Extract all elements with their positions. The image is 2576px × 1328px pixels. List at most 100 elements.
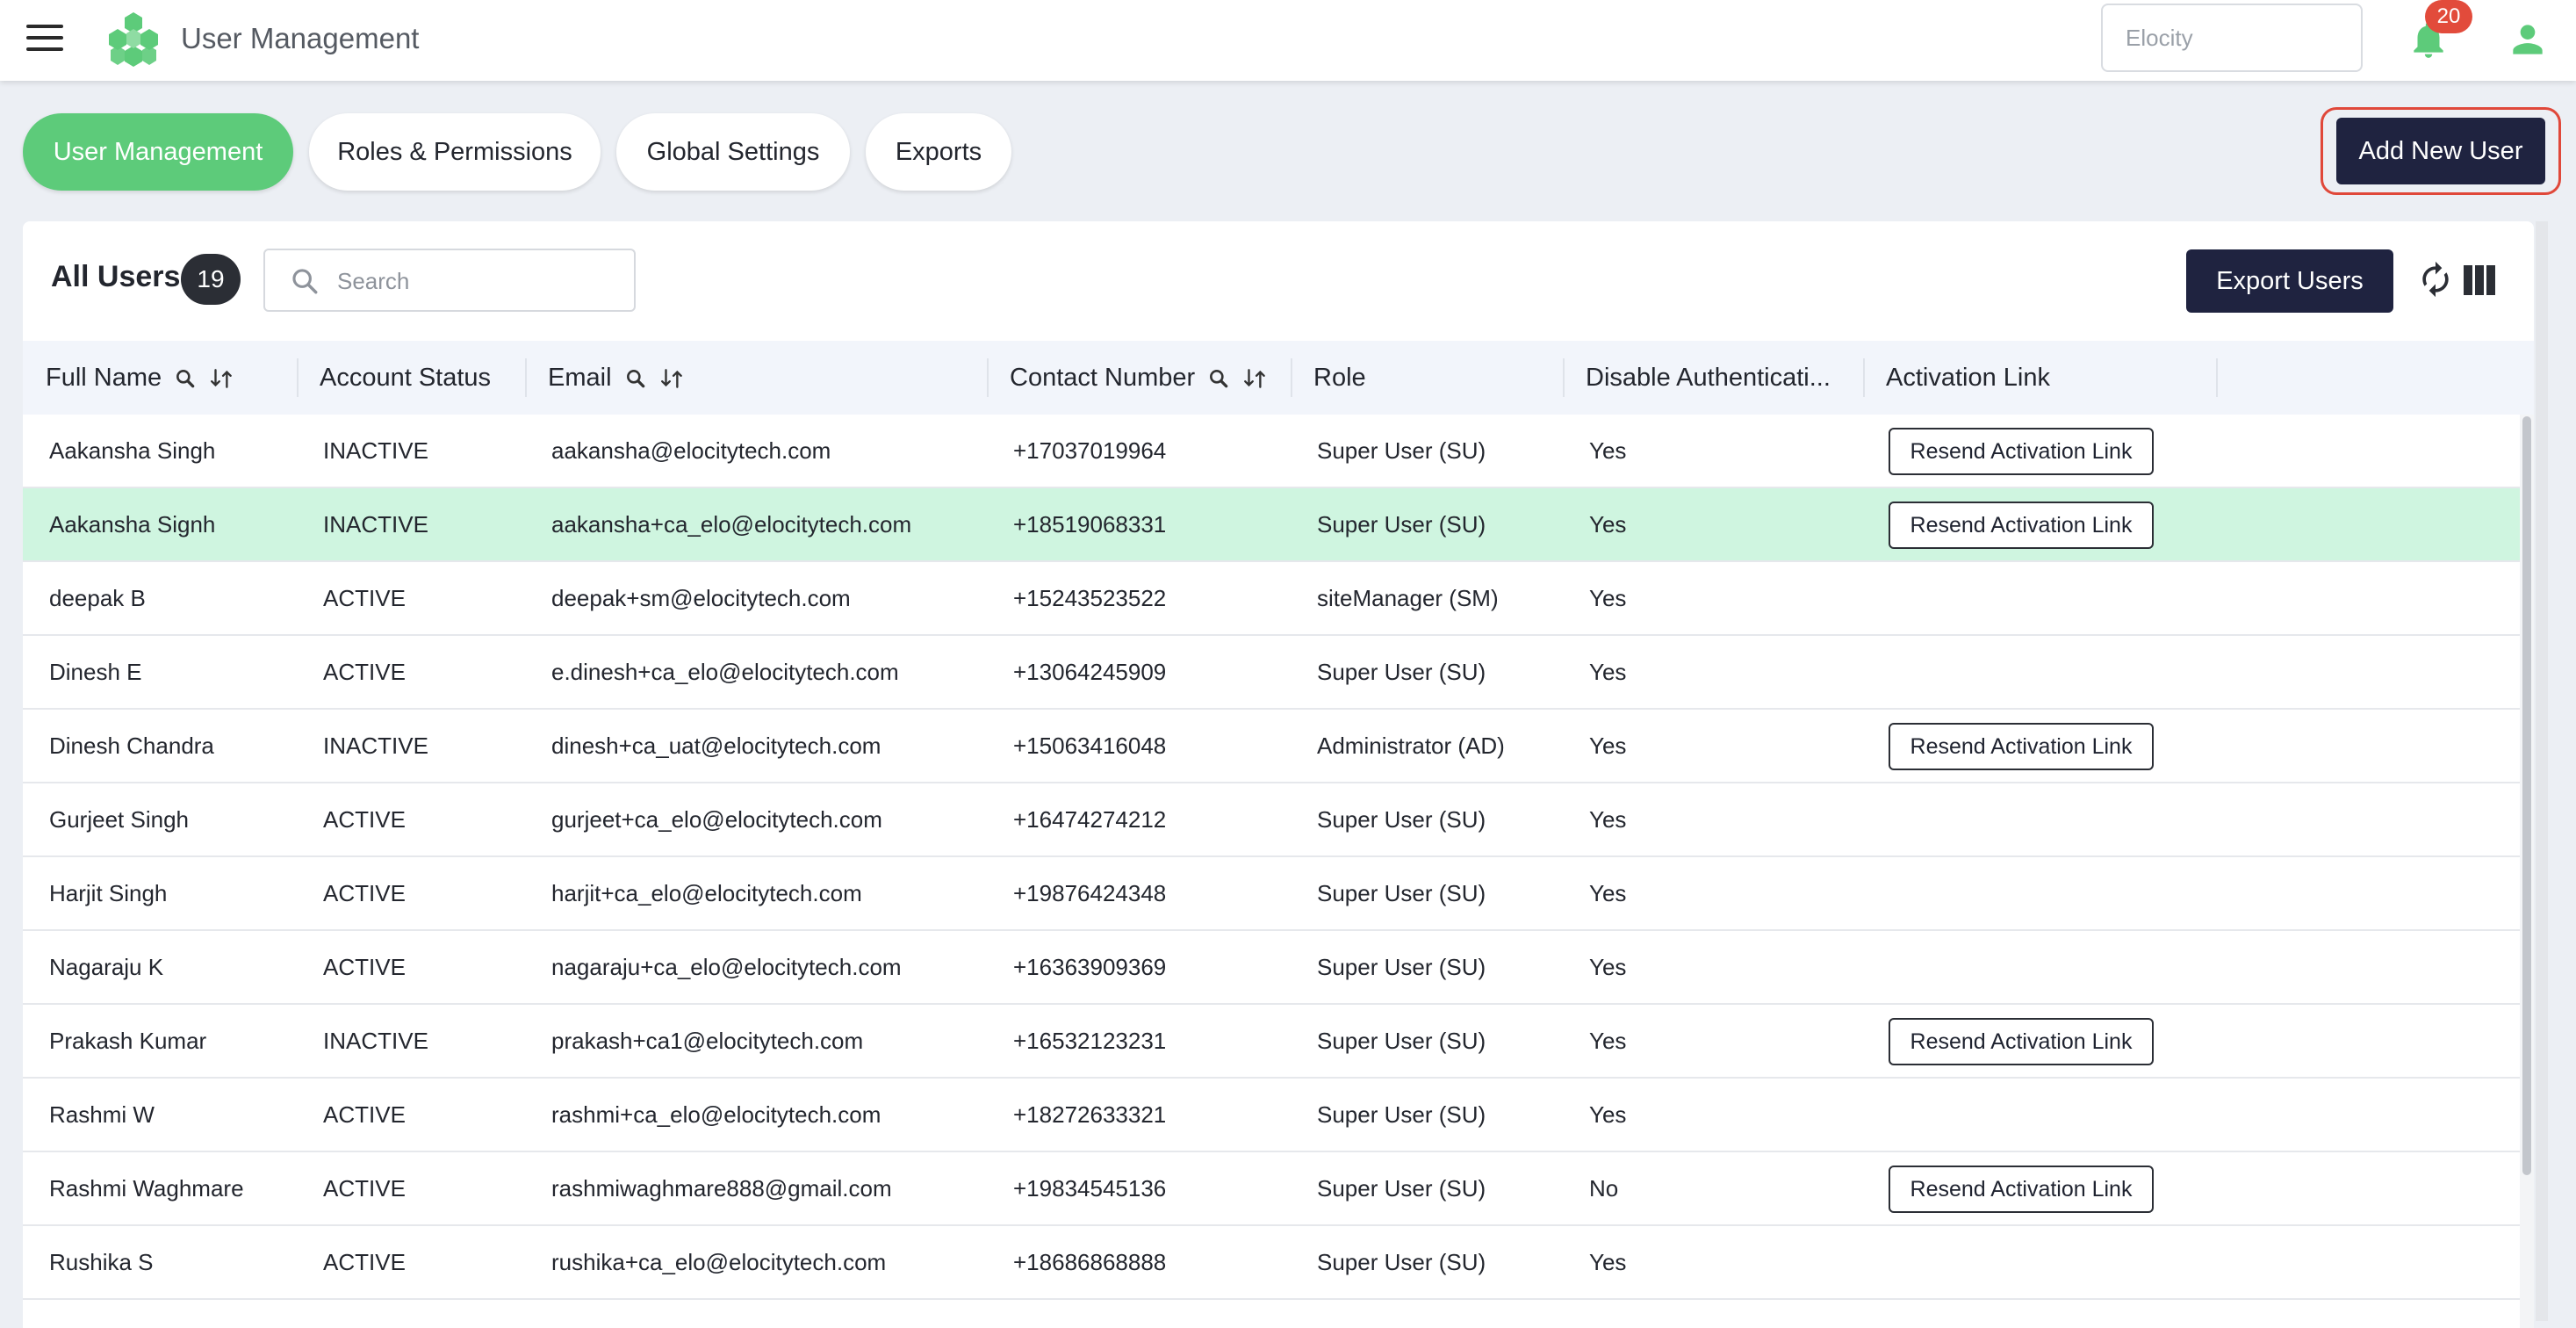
column-header-contact-number[interactable]: Contact Number bbox=[1010, 341, 1269, 415]
cell-disable-authentication: Yes bbox=[1589, 806, 1627, 833]
table-scrollbar-thumb[interactable] bbox=[2522, 416, 2531, 1175]
column-divider[interactable] bbox=[1863, 358, 1865, 397]
search-icon[interactable] bbox=[1207, 367, 1230, 390]
search-box bbox=[263, 249, 636, 312]
cell-disable-authentication: Yes bbox=[1589, 1028, 1627, 1054]
cell-full-name: Aakansha Singh bbox=[49, 437, 216, 464]
table-row[interactable]: Gurjeet Singh ACTIVE gurjeet+ca_elo@elocit… bbox=[23, 783, 2520, 857]
search-icon[interactable] bbox=[624, 367, 647, 390]
cell-contact-number: +16363909369 bbox=[1013, 954, 1167, 980]
search-input[interactable] bbox=[335, 259, 620, 303]
column-header-email[interactable]: Email bbox=[548, 341, 686, 415]
column-header-activation-link[interactable]: Activation Link bbox=[1886, 341, 2050, 415]
notification-count-badge: 20 bbox=[2425, 0, 2472, 33]
sort-icon[interactable] bbox=[1242, 367, 1269, 390]
menu-icon[interactable] bbox=[26, 25, 63, 54]
cell-account-status: INACTIVE bbox=[323, 733, 428, 759]
tab-roles-permissions[interactable]: Roles & Permissions bbox=[309, 113, 601, 191]
cell-contact-number: +15063416048 bbox=[1013, 733, 1167, 759]
cell-contact-number: +18519068331 bbox=[1013, 511, 1167, 538]
user-profile-icon[interactable] bbox=[2506, 18, 2550, 61]
column-divider[interactable] bbox=[987, 358, 989, 397]
users-card: All Users 19 Export Users Full Name Acco… bbox=[23, 221, 2534, 1328]
table-row[interactable]: Dinesh E ACTIVE e.dinesh+ca_elo@elocitytec… bbox=[23, 636, 2520, 710]
table-row[interactable]: Rashmi W ACTIVE rashmi+ca_elo@elocitytech.… bbox=[23, 1079, 2520, 1152]
cell-role: Administrator (AD) bbox=[1317, 733, 1505, 759]
column-divider[interactable] bbox=[525, 358, 527, 397]
table-header: Full Name Account Status Email Contact N… bbox=[23, 341, 2534, 415]
column-label: Contact Number bbox=[1010, 364, 1196, 392]
cell-contact-number: +18272633321 bbox=[1013, 1101, 1167, 1128]
cell-email: aakansha@elocitytech.com bbox=[551, 437, 831, 464]
cell-contact-number: +19876424348 bbox=[1013, 880, 1167, 906]
column-divider[interactable] bbox=[297, 358, 299, 397]
columns-icon[interactable] bbox=[2464, 265, 2495, 295]
table-row[interactable]: Aakansha Singh INACTIVE aakansha@elocityte… bbox=[23, 415, 2520, 488]
cell-disable-authentication: Yes bbox=[1589, 659, 1627, 685]
table-row[interactable]: deepak B ACTIVE deepak+sm@elocitytech.com +… bbox=[23, 562, 2520, 636]
cell-account-status: ACTIVE bbox=[323, 880, 406, 906]
table-row[interactable]: Aakansha Signh INACTIVE aakansha+ca_elo@el… bbox=[23, 488, 2520, 562]
cell-full-name: Harjit Singh bbox=[49, 880, 168, 906]
tab-user-management[interactable]: User Management bbox=[23, 113, 293, 191]
column-header-full-name[interactable]: Full Name bbox=[46, 341, 235, 415]
column-divider[interactable] bbox=[2216, 358, 2218, 397]
cell-disable-authentication: No bbox=[1589, 1175, 1619, 1202]
cell-email: e.dinesh+ca_elo@elocitytech.com bbox=[551, 659, 899, 685]
column-divider[interactable] bbox=[1563, 358, 1565, 397]
table-row[interactable]: Rashmi Waghmare ACTIVE rashmiwaghmare888@g… bbox=[23, 1152, 2520, 1226]
cell-email: deepak+sm@elocitytech.com bbox=[551, 585, 851, 611]
cell-account-status: INACTIVE bbox=[323, 437, 428, 464]
table-row[interactable]: Dinesh Chandra INACTIVE dinesh+ca_uat@eloc… bbox=[23, 710, 2520, 783]
cell-disable-authentication: Yes bbox=[1589, 511, 1627, 538]
tab-exports[interactable]: Exports bbox=[866, 113, 1011, 191]
export-users-button[interactable]: Export Users bbox=[2186, 249, 2393, 313]
cell-full-name: Nagaraju K bbox=[49, 954, 164, 980]
users-panel-title: All Users bbox=[51, 260, 181, 293]
cell-role: siteManager (SM) bbox=[1317, 585, 1499, 611]
resend-activation-link-button[interactable]: Resend Activation Link bbox=[1889, 428, 2154, 475]
add-new-user-button[interactable]: Add New User bbox=[2336, 118, 2545, 184]
cell-role: Super User (SU) bbox=[1317, 880, 1486, 906]
table-body: Aakansha Singh INACTIVE aakansha@elocityte… bbox=[23, 415, 2520, 1300]
cell-account-status: INACTIVE bbox=[323, 1028, 428, 1054]
column-header-account-status[interactable]: Account Status bbox=[320, 341, 491, 415]
page-scrollbar[interactable] bbox=[2536, 221, 2548, 1321]
tab-global-settings[interactable]: Global Settings bbox=[616, 113, 850, 191]
cell-contact-number: +15243523522 bbox=[1013, 585, 1167, 611]
column-divider[interactable] bbox=[1291, 358, 1292, 397]
cell-contact-number: +18686868888 bbox=[1013, 1249, 1167, 1275]
cell-contact-number: +16474274212 bbox=[1013, 806, 1167, 833]
cell-email: aakansha+ca_elo@elocitytech.com bbox=[551, 511, 912, 538]
cell-email: rushika+ca_elo@elocitytech.com bbox=[551, 1249, 887, 1275]
refresh-icon[interactable] bbox=[2416, 260, 2455, 299]
cell-full-name: Prakash Kumar bbox=[49, 1028, 207, 1054]
resend-activation-link-button[interactable]: Resend Activation Link bbox=[1889, 723, 2154, 770]
cell-account-status: ACTIVE bbox=[323, 806, 406, 833]
cell-disable-authentication: Yes bbox=[1589, 1249, 1627, 1275]
cell-role: Super User (SU) bbox=[1317, 1175, 1486, 1202]
resend-activation-link-button[interactable]: Resend Activation Link bbox=[1889, 1166, 2154, 1213]
cell-full-name: Gurjeet Singh bbox=[49, 806, 189, 833]
sort-icon[interactable] bbox=[209, 367, 235, 390]
cell-disable-authentication: Yes bbox=[1589, 733, 1627, 759]
column-label: Email bbox=[548, 364, 612, 392]
table-row[interactable]: Nagaraju K ACTIVE nagaraju+ca_elo@elocityt… bbox=[23, 931, 2520, 1005]
cell-role: Super User (SU) bbox=[1317, 511, 1486, 538]
cell-account-status: ACTIVE bbox=[323, 1249, 406, 1275]
cell-full-name: Rashmi Waghmare bbox=[49, 1175, 244, 1202]
tenant-selector-input[interactable] bbox=[2101, 4, 2363, 72]
column-header-disable-authentication[interactable]: Disable Authenticati... bbox=[1586, 341, 1831, 415]
table-row[interactable]: Rushika S ACTIVE rushika+ca_elo@elocitytec… bbox=[23, 1226, 2520, 1300]
resend-activation-link-button[interactable]: Resend Activation Link bbox=[1889, 1018, 2154, 1065]
resend-activation-link-button[interactable]: Resend Activation Link bbox=[1889, 502, 2154, 549]
table-row[interactable]: Harjit Singh ACTIVE harjit+ca_elo@elocityt… bbox=[23, 857, 2520, 931]
cell-full-name: deepak B bbox=[49, 585, 146, 611]
cell-email: dinesh+ca_uat@elocitytech.com bbox=[551, 733, 881, 759]
cell-contact-number: +17037019964 bbox=[1013, 437, 1167, 464]
app-title: User Management bbox=[181, 22, 420, 54]
search-icon[interactable] bbox=[174, 367, 197, 390]
column-header-role[interactable]: Role bbox=[1313, 341, 1366, 415]
sort-icon[interactable] bbox=[659, 367, 686, 390]
table-row[interactable]: Prakash Kumar INACTIVE prakash+ca1@elocity… bbox=[23, 1005, 2520, 1079]
